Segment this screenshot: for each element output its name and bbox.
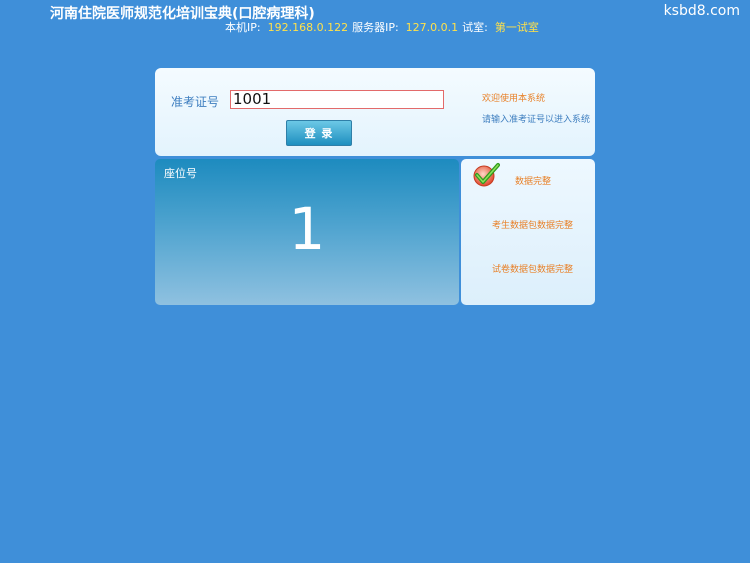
server-ip-value: 127.0.0.1 xyxy=(405,21,459,34)
data-complete-text: 数据完整 xyxy=(515,177,552,187)
exam-number-label: 准考证号 xyxy=(171,95,220,109)
check-icon xyxy=(473,163,500,187)
local-ip-label: 本机IP: xyxy=(225,21,261,34)
candidate-data-status: 考生数据包数据完整 xyxy=(492,221,574,231)
connection-status-bar: 本机IP: 192.168.0.122 服务器IP: 127.0.0.1 试室: 第一试室 xyxy=(225,19,543,35)
site-watermark: ksbd8.com xyxy=(663,3,740,19)
seat-panel: 座位号 1 xyxy=(155,159,459,305)
exam-number-input[interactable] xyxy=(230,90,444,109)
server-ip-label: 服务器IP: xyxy=(352,21,399,34)
seat-number: 1 xyxy=(288,195,326,263)
login-hint-text: 请输入准考证号以进入系统 xyxy=(482,115,591,125)
room-label: 试室: xyxy=(462,21,488,34)
data-status-panel: 数据完整 考生数据包数据完整 试卷数据包数据完整 xyxy=(461,159,595,305)
room-value: 第一试室 xyxy=(494,21,539,34)
paper-data-status: 试卷数据包数据完整 xyxy=(492,265,574,275)
local-ip-value: 192.168.0.122 xyxy=(267,21,349,34)
welcome-text: 欢迎使用本系统 xyxy=(482,94,546,104)
login-panel: 准考证号 登 录 欢迎使用本系统 请输入准考证号以进入系统 xyxy=(155,68,595,156)
login-button[interactable]: 登 录 xyxy=(286,120,352,146)
seat-number-label: 座位号 xyxy=(164,167,197,180)
